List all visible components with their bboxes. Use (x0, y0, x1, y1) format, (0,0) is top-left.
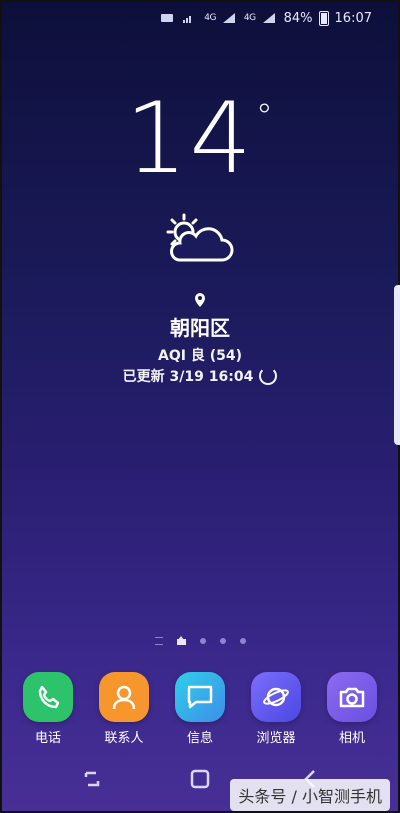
status-bar: 4G 4G 84% 16:07 (0, 8, 372, 28)
edge-panel-handle[interactable] (394, 285, 400, 445)
last-updated: 已更新 3/19 16:04 (0, 366, 400, 386)
app-label: 电话 (34, 731, 61, 746)
app-dock: 电话 联系人 信息 浏览器 相机 (10, 672, 390, 746)
recent-apps-icon[interactable] (78, 765, 106, 793)
app-label: 信息 (186, 731, 213, 746)
refresh-icon[interactable] (259, 367, 278, 385)
phone-icon[interactable] (23, 672, 73, 722)
app-label: 联系人 (104, 731, 144, 746)
page-dot[interactable] (219, 637, 226, 644)
page-dot[interactable] (239, 637, 246, 644)
temperature-value: 14 (125, 82, 254, 196)
menu-page-dot[interactable] (154, 636, 163, 645)
page-dot[interactable] (199, 637, 206, 644)
app-browser[interactable]: 浏览器 (238, 672, 314, 746)
notification-icon (161, 14, 174, 22)
app-phone[interactable]: 电话 (10, 672, 86, 746)
watermark: 头条号 / 小智测手机 (230, 779, 390, 811)
temperature[interactable]: 14° (0, 90, 400, 188)
partly-cloudy-icon[interactable] (160, 210, 240, 270)
camera-icon[interactable] (327, 672, 377, 722)
clock: 16:07 (334, 10, 372, 26)
location-name[interactable]: 朝阳区 (0, 312, 400, 341)
browser-icon[interactable] (251, 672, 301, 722)
network-type-2: 4G (243, 13, 256, 23)
messages-icon[interactable] (175, 672, 225, 722)
location-pin-icon (195, 293, 205, 307)
app-label: 浏览器 (256, 731, 296, 746)
page-indicator (0, 636, 400, 645)
signal-icon (222, 13, 235, 23)
home-button-icon[interactable] (186, 765, 214, 793)
last-updated-text: 已更新 3/19 16:04 (122, 369, 254, 385)
air-quality-index: AQI 良 (54) (158, 348, 242, 364)
contacts-icon[interactable] (99, 672, 149, 722)
network-type-1: 4G (204, 13, 216, 23)
home-page-dot[interactable] (176, 636, 186, 645)
wifi-icon (183, 16, 192, 23)
battery-icon (318, 10, 329, 26)
app-messages[interactable]: 信息 (162, 672, 238, 746)
signal-icon (262, 13, 275, 23)
app-contacts[interactable]: 联系人 (86, 672, 162, 746)
battery-percent: 84% (283, 10, 313, 26)
app-label: 相机 (338, 731, 365, 746)
degree-symbol: ° (255, 97, 275, 137)
app-camera[interactable]: 相机 (314, 672, 390, 746)
